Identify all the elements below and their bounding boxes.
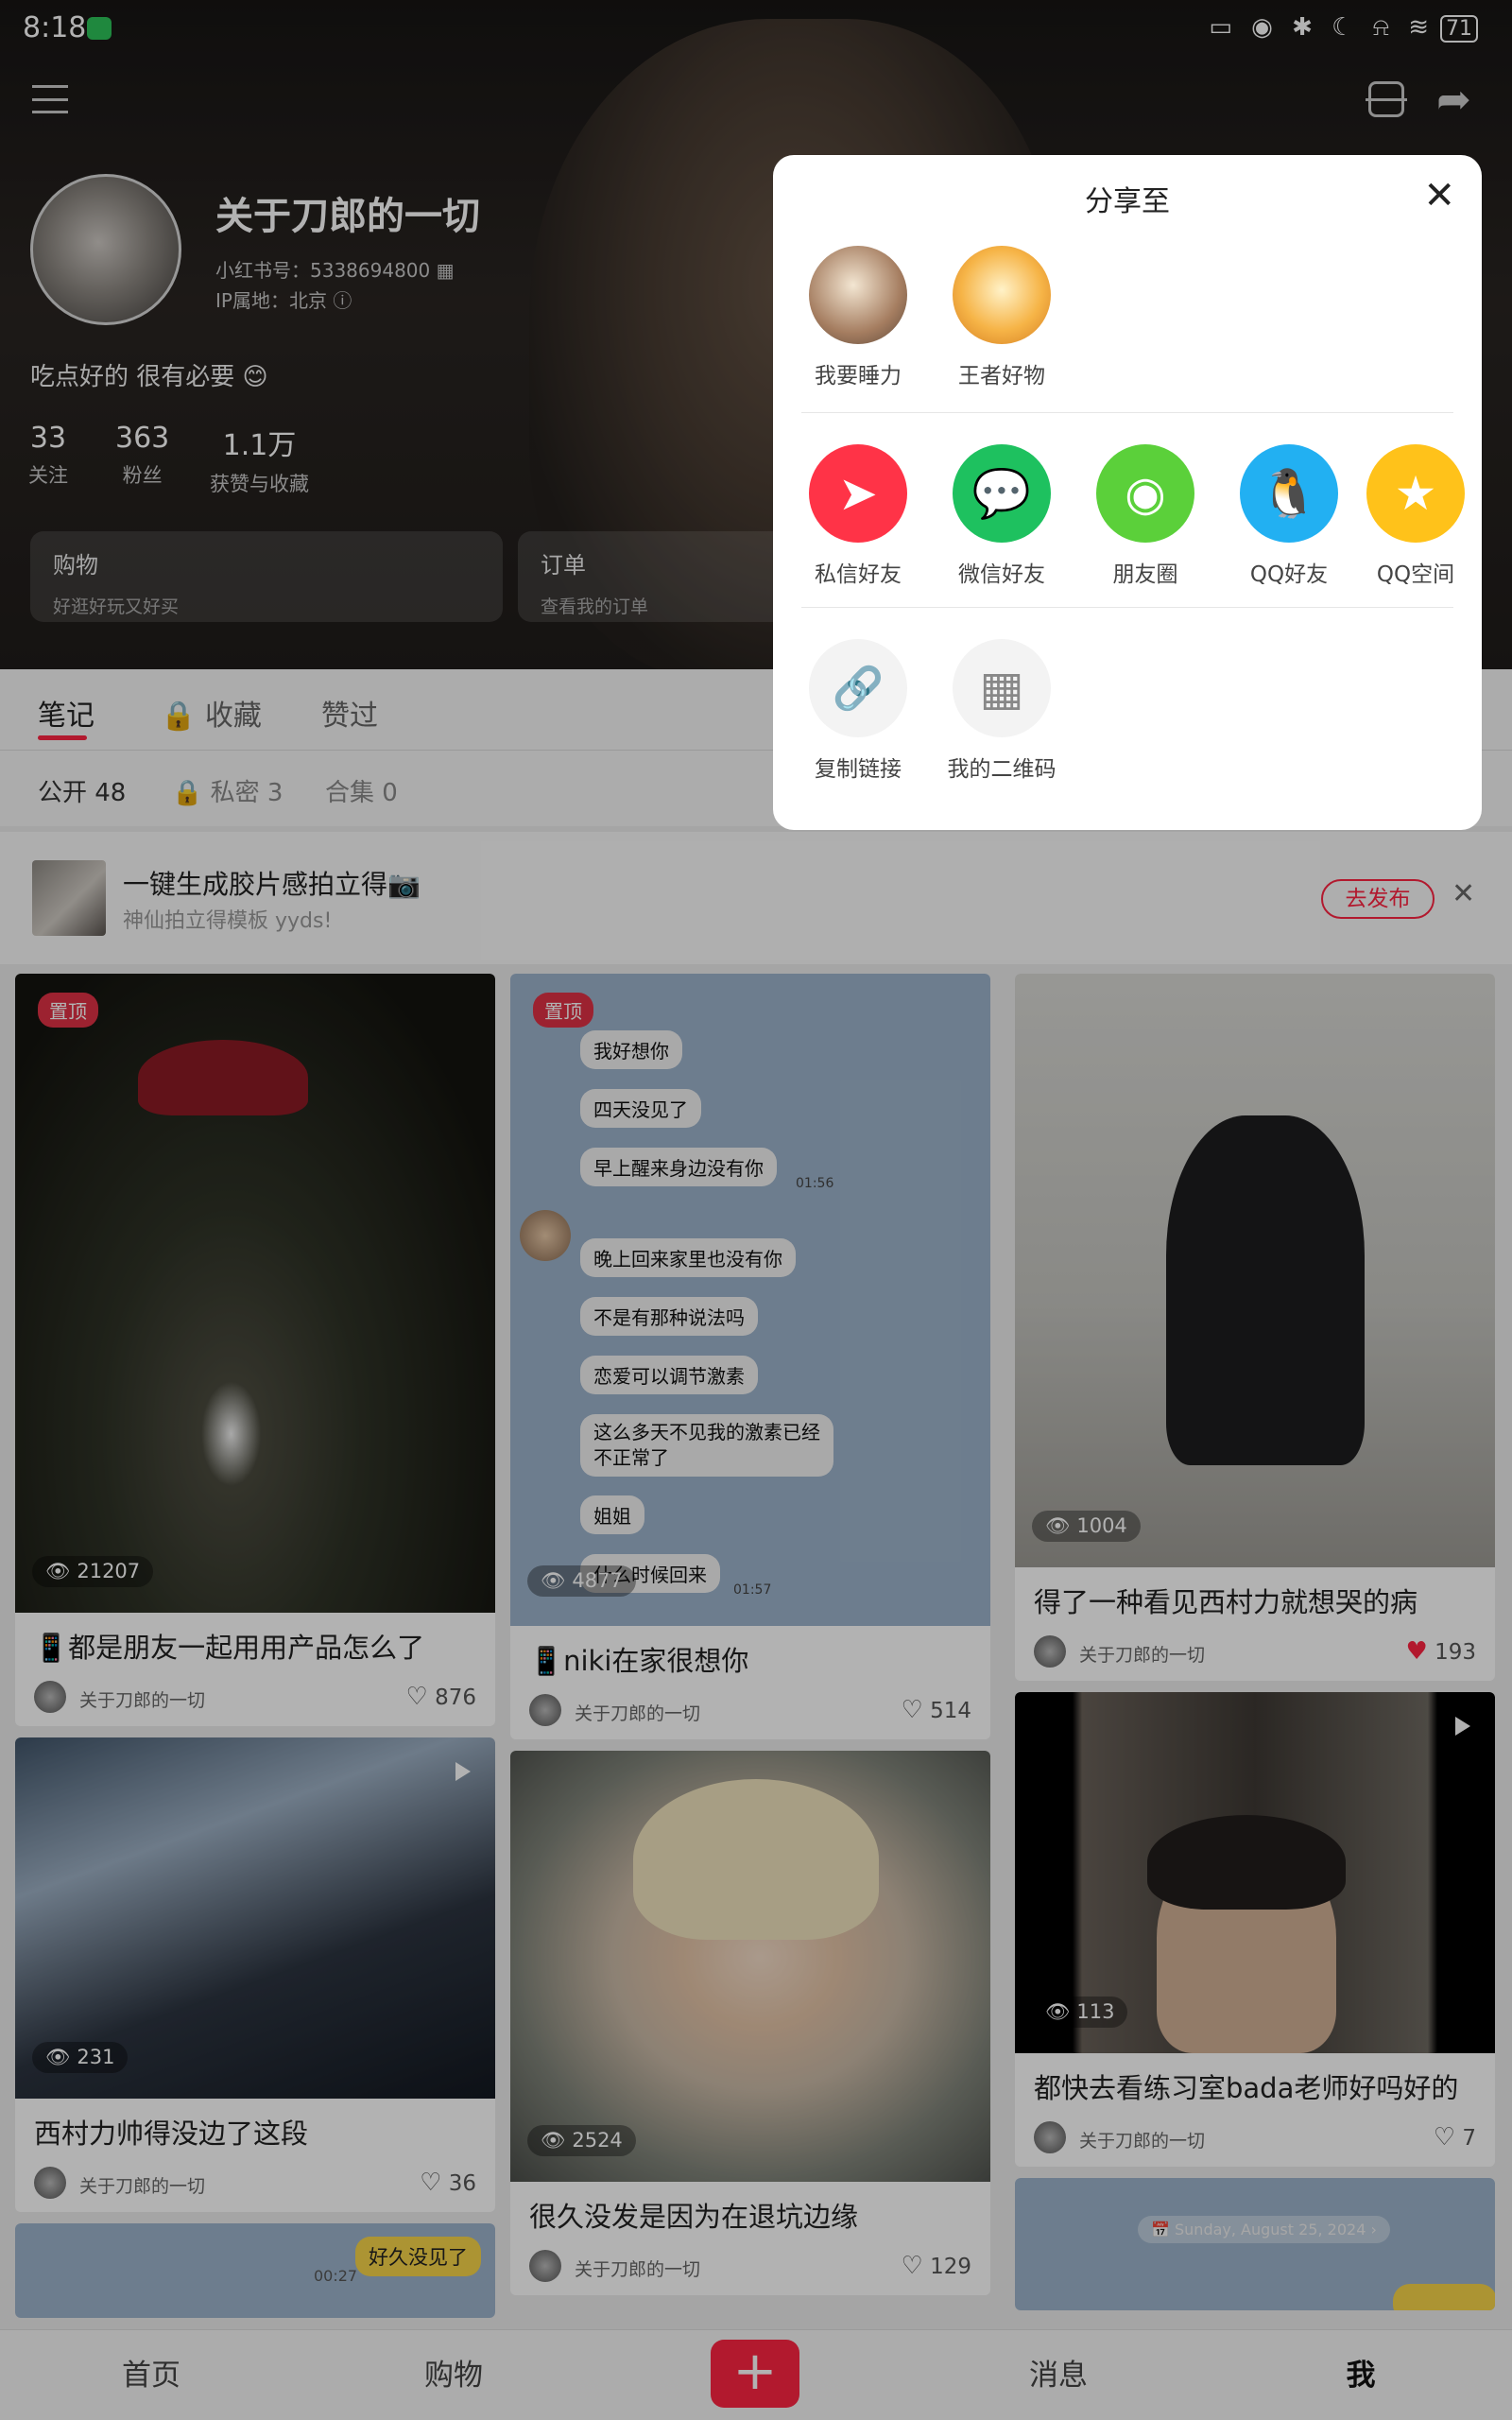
contact-avatar	[809, 246, 907, 344]
qzone-icon: ★	[1366, 444, 1465, 543]
share-contact[interactable]: 王者好物	[936, 246, 1068, 389]
divider	[801, 607, 1453, 608]
share-moments[interactable]: ◉ 朋友圈	[1079, 444, 1211, 588]
share-contact[interactable]: 我要睡力	[792, 246, 924, 389]
close-icon[interactable]: ✕	[1423, 174, 1455, 217]
link-icon: 🔗	[809, 639, 907, 737]
share-app-label: 私信好友	[815, 562, 902, 587]
wechat-icon: 💬	[953, 444, 1051, 543]
share-wechat[interactable]: 💬 微信好友	[936, 444, 1068, 588]
share-app-label: 朋友圈	[1112, 562, 1178, 587]
share-qzone[interactable]: ★ QQ空间	[1349, 444, 1482, 588]
share-private-message[interactable]: ➤ 私信好友	[792, 444, 924, 588]
my-qrcode-button[interactable]: ▦ 我的二维码	[936, 639, 1068, 783]
send-icon: ➤	[809, 444, 907, 543]
contact-avatar	[953, 246, 1051, 344]
contact-name: 我要睡力	[815, 364, 902, 389]
share-sheet-title: 分享至	[1085, 185, 1170, 218]
share-app-label: QQ好友	[1249, 562, 1329, 587]
share-qq[interactable]: 🐧 QQ好友	[1223, 444, 1355, 588]
share-app-label: 微信好友	[958, 562, 1045, 587]
moments-icon: ◉	[1096, 444, 1194, 543]
divider	[801, 412, 1453, 413]
copy-link-button[interactable]: 🔗 复制链接	[792, 639, 924, 783]
share-app-label: QQ空间	[1376, 562, 1455, 587]
tool-label: 复制链接	[815, 757, 902, 782]
app-root: 8:18 ▭ ◉ ✱ ☾ ⍾ ≋ 71 ➦ 关于刀郎的一切 小红书号：533869…	[0, 0, 1512, 2420]
share-sheet: 分享至 ✕ 我要睡力 王者好物 ➤ 私信好友 💬 微信好友 ◉ 朋友圈 🐧 QQ…	[773, 155, 1482, 830]
qrcode-icon: ▦	[953, 639, 1051, 737]
contact-name: 王者好物	[958, 364, 1045, 389]
qq-icon: 🐧	[1240, 444, 1338, 543]
tool-label: 我的二维码	[947, 757, 1057, 782]
